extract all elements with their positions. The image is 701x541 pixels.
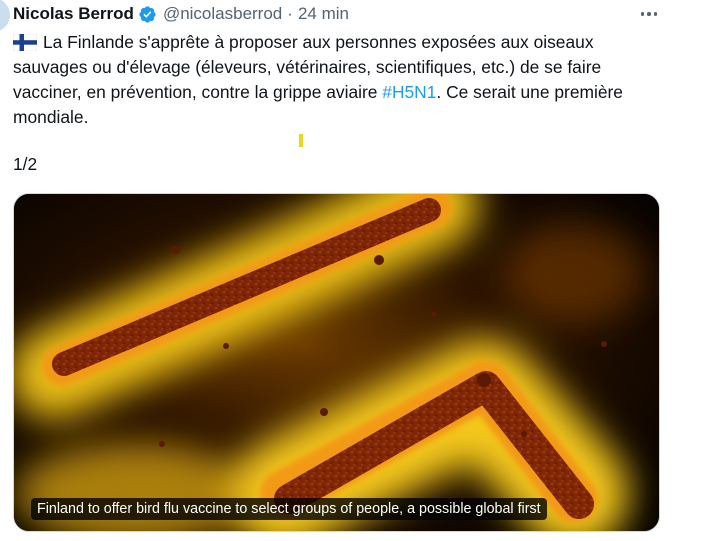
media-image[interactable]: Finland to offer bird flu vaccine to sel… bbox=[13, 193, 660, 532]
avatar[interactable] bbox=[0, 0, 12, 34]
timestamp[interactable]: 24 min bbox=[298, 4, 349, 24]
virus-micrograph-image bbox=[14, 194, 659, 531]
verified-badge-icon bbox=[139, 5, 156, 23]
finland-flag-icon bbox=[13, 34, 37, 51]
media-caption: Finland to offer bird flu vaccine to sel… bbox=[31, 498, 547, 520]
tweet[interactable]: Nicolas Berrod @nicolasberrod · 24 min L… bbox=[0, 0, 701, 541]
author-handle[interactable]: @nicolasberrod bbox=[163, 4, 282, 24]
text-cursor-marker bbox=[299, 134, 303, 147]
author-display-name[interactable]: Nicolas Berrod bbox=[13, 4, 134, 24]
thread-counter: 1/2 bbox=[13, 154, 38, 174]
hashtag-link[interactable]: #H5N1 bbox=[382, 82, 436, 102]
more-options-icon[interactable] bbox=[635, 4, 663, 24]
separator-dot: · bbox=[287, 4, 293, 23]
tweet-header: Nicolas Berrod @nicolasberrod · 24 min bbox=[13, 3, 349, 25]
tweet-text: La Finlande s'apprête à proposer aux per… bbox=[13, 30, 663, 130]
